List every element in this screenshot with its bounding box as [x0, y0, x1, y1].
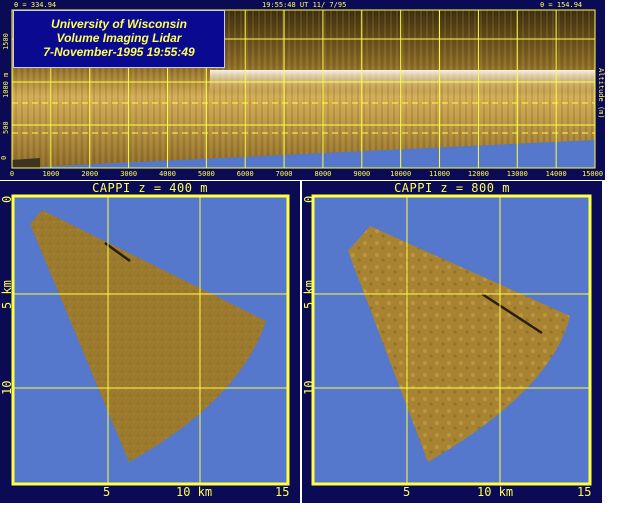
title-box: University of Wisconsin Volume Imaging L…	[13, 10, 225, 68]
rhi-xtick-label: 8000	[314, 170, 332, 178]
cappi1-xtick-10: 10 km	[176, 485, 213, 499]
rhi-xtick-label: 14000	[545, 170, 567, 178]
cappi1-ytick-5: 5 km	[0, 280, 14, 309]
theta-right-label: θ = 154.94	[540, 1, 583, 9]
rhi-xtick-label: 0	[9, 170, 15, 178]
cappi2-xtick-15: 15	[577, 485, 592, 499]
rhi-xtick-label: 2000	[81, 170, 99, 178]
cappi2-xtick-5: 5	[403, 485, 411, 499]
cappi1-xtick-15: 15	[275, 485, 290, 499]
rhi-xtick-label: 15000	[582, 170, 604, 178]
cappi-panel-800m: CAPPI z = 800 m 0 5 km 10 5 10 km 15	[302, 181, 602, 503]
rhi-ytick-500: 500	[2, 121, 10, 134]
rhi-xtick-label: 10000	[390, 170, 412, 178]
rhi-panel: θ = 334.94 19:55:48 UT 11/ 7/95 θ = 154.…	[0, 0, 605, 180]
rhi-xtick-label: 6000	[236, 170, 254, 178]
cappi2-ytick-0: 0	[302, 195, 316, 203]
rhi-ytick-0: 0	[0, 155, 8, 160]
rhi-xtick-label: 1000	[42, 170, 60, 178]
rhi-xtick-label: 9000	[353, 170, 371, 178]
title-line-2: Volume Imaging Lidar	[56, 31, 182, 45]
timestamp-label: 19:55:48 UT 11/ 7/95	[262, 1, 347, 9]
title-line-3: 7-November-1995 19:55:49	[43, 45, 195, 59]
rhi-xtick-label: 11000	[429, 170, 451, 178]
cappi1-xtick-5: 5	[103, 485, 111, 499]
theta-left-label: θ = 334.94	[14, 1, 57, 9]
rhi-xtick-label: 7000	[275, 170, 293, 178]
rhi-xtick-label: 5000	[197, 170, 215, 178]
cappi-panel-400m: CAPPI z = 400 m 0 5 km 10 5 10 km 15	[0, 181, 300, 503]
rhi-ytick-1500: 1500	[2, 33, 10, 50]
cappi2-ytick-10: 10	[302, 380, 316, 395]
cappi2-xtick-10: 10 km	[477, 485, 514, 499]
rhi-right-axis-label: Altitude (m)	[597, 68, 605, 119]
rhi-xtick-label: 3000	[120, 170, 138, 178]
cappi1-ytick-0: 0	[0, 195, 14, 203]
rhi-xtick-label: 13000	[506, 170, 528, 178]
rhi-ytick-1000: 1000 m	[2, 72, 10, 98]
cappi1-ytick-10: 10	[0, 380, 14, 395]
cloud-layer	[210, 70, 595, 92]
rhi-xtick-label: 12000	[467, 170, 489, 178]
cappi2-ytick-5: 5 km	[302, 280, 316, 309]
rhi-xtick-label: 4000	[159, 170, 176, 178]
cappi-image-400m	[11, 194, 290, 486]
title-line-1: University of Wisconsin	[51, 17, 187, 31]
cappi-image-800m	[311, 194, 592, 486]
